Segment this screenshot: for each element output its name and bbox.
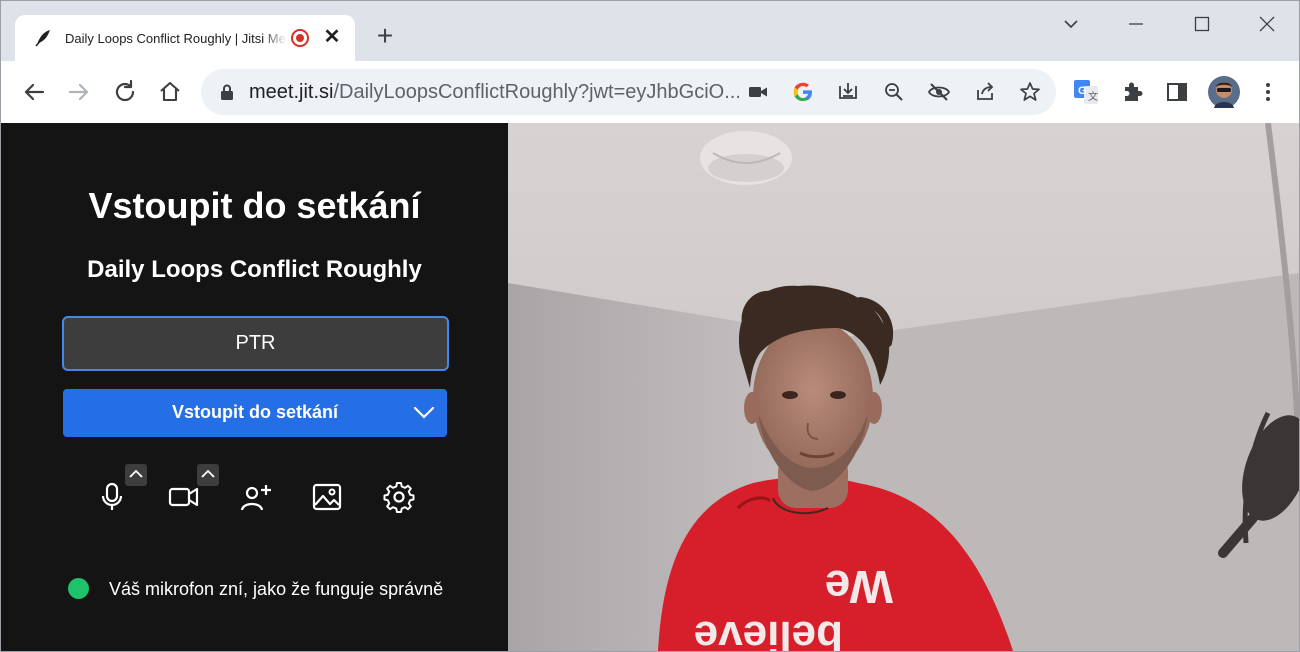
display-name-input[interactable] [62,316,449,371]
camera-options-button[interactable] [197,464,219,486]
url-host: meet.jit.si [249,81,334,103]
tab-close-button[interactable]: ✕ [321,27,343,49]
maximize-button[interactable] [1182,9,1222,39]
close-icon [1259,16,1275,32]
camera-in-use-icon[interactable] [746,80,770,104]
page-title: Vstoupit do setkání [88,185,421,226]
chevron-up-icon [201,469,215,478]
mic-status-text: Váš mikrofon zní, jako že funguje správn… [109,579,444,599]
chevron-down-icon [1064,20,1078,29]
browser-tab-active[interactable]: Daily Loops Conflict Roughly | Jitsi Mee… [15,15,355,63]
shirt-text-believe: believe [694,612,843,651]
share-icon[interactable] [973,80,997,104]
settings-gear-icon[interactable] [381,479,417,515]
virtual-background-icon[interactable] [309,479,345,515]
side-panel-icon[interactable] [1163,78,1191,106]
minimize-button[interactable] [1116,9,1156,39]
join-meeting-label: Vstoupit do setkání [171,402,339,422]
url-text: meet.jit.si/DailyLoopsConflictRoughly?jw… [249,81,739,104]
profile-avatar[interactable] [1208,76,1240,108]
jitsi-prejoin-screen: Vstoupit do setkání Daily Loops Conflict… [1,123,1299,651]
eye-crossed-icon[interactable] [927,80,951,104]
new-tab-button[interactable]: + [371,22,399,51]
room-name: Daily Loops Conflict Roughly [87,256,422,283]
camera-preview-video: We believe [508,123,1299,651]
back-arrow-icon[interactable] [18,76,50,108]
tab-title: Daily Loops Conflict Roughly | Jitsi Mee… [65,31,287,46]
google-translate-icon[interactable]: G 文 [1072,78,1100,106]
bookmark-star-icon[interactable] [1018,80,1042,104]
zoom-out-icon[interactable] [882,80,906,104]
home-icon[interactable] [154,76,186,108]
minimize-icon [1129,23,1143,25]
browser-toolbar: meet.jit.si/DailyLoopsConflictRoughly?jw… [1,61,1299,123]
browser-window: Daily Loops Conflict Roughly | Jitsi Mee… [0,0,1300,652]
shirt-text-we: We [825,561,893,613]
forward-arrow-icon[interactable] [63,76,95,108]
menu-kebab-icon[interactable] [1254,78,1282,106]
close-window-button[interactable] [1247,9,1287,39]
tab-strip: Daily Loops Conflict Roughly | Jitsi Mee… [1,1,1299,63]
chevron-down-icon[interactable] [411,401,437,425]
join-meeting-button[interactable]: Vstoupit do setkání [63,389,447,437]
google-icon[interactable] [791,80,815,104]
extensions-puzzle-icon[interactable] [1119,78,1147,106]
svg-text:G: G [1078,85,1087,97]
lock-icon[interactable] [219,83,235,101]
url-path: /DailyLoopsConflictRoughly?jwt=eyJhbGciO… [333,81,739,103]
chevron-up-icon [129,469,143,478]
invite-people-icon[interactable] [238,479,274,515]
maximize-icon [1194,16,1210,32]
prejoin-panel: Vstoupit do setkání Daily Loops Conflict… [1,123,508,651]
tab-search-button[interactable] [1051,9,1091,39]
ceiling-lamp [700,131,792,185]
microphone-options-button[interactable] [125,464,147,486]
mic-status-indicator [68,578,89,599]
install-app-icon[interactable] [836,80,860,104]
svg-text:文: 文 [1088,90,1098,103]
jitsi-favicon-icon [35,30,50,47]
reload-icon[interactable] [109,76,141,108]
recording-indicator-icon [291,29,309,47]
address-bar[interactable]: meet.jit.si/DailyLoopsConflictRoughly?jw… [201,69,1056,115]
